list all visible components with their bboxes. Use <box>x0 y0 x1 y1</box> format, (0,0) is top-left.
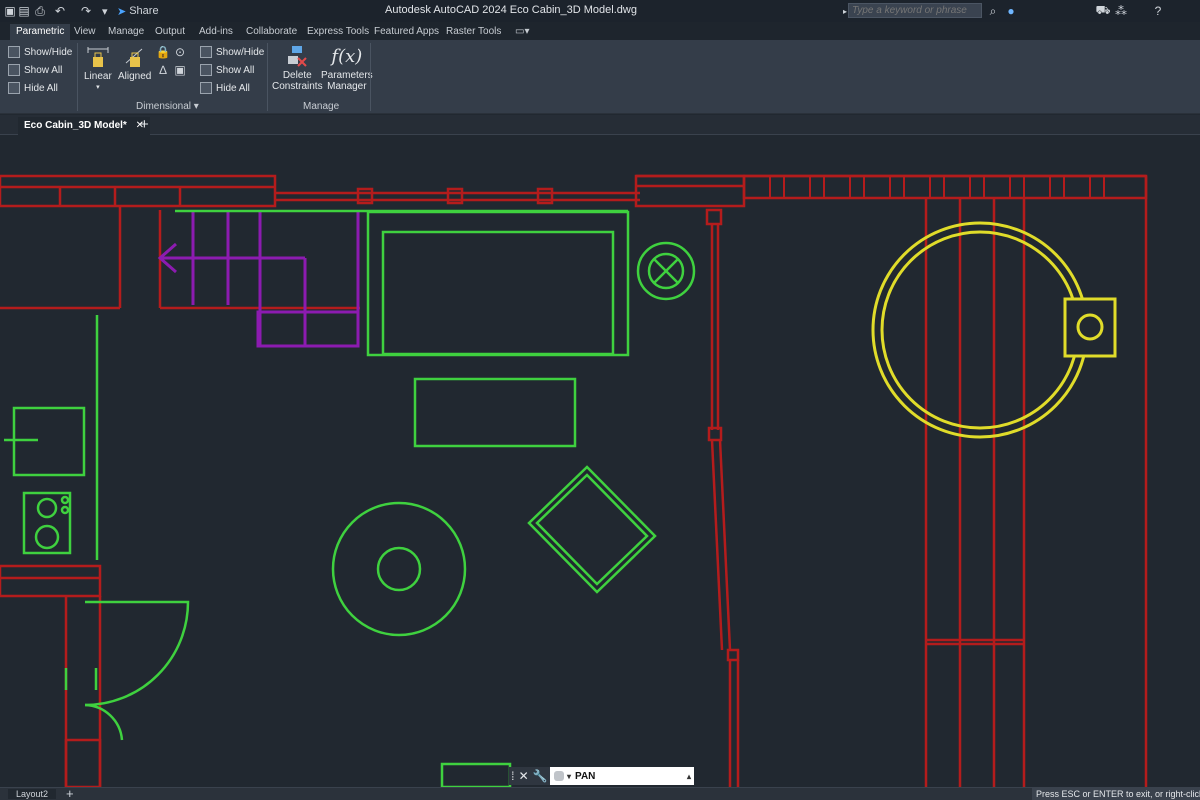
panel-divider <box>77 43 78 111</box>
delete-constraints-label-1: Delete <box>282 70 312 81</box>
share-label: Share <box>129 5 159 17</box>
workspace-switch-icon[interactable]: ▭▾ <box>515 24 529 40</box>
network-icon[interactable]: ⁂ <box>1113 3 1129 19</box>
dimensional-hide-all-label: Hide All <box>216 82 250 94</box>
chevron-down-icon[interactable]: ▾ <box>567 772 571 781</box>
ribbon-panel: Show/Hide Show All Hide All Linear ▾ Ali… <box>0 40 1200 114</box>
delete-constraints-label-2: Constraints <box>272 81 323 92</box>
geometric-hide-all-button[interactable]: Hide All <box>8 80 58 96</box>
print-icon[interactable]: ⎙ <box>32 3 48 19</box>
geometric-hide-all-label: Hide All <box>24 82 58 94</box>
user-icon[interactable]: ● <box>1003 3 1019 19</box>
document-tab[interactable]: Eco Cabin_3D Model* ✕ <box>18 117 150 135</box>
linear-dimension-icon <box>87 47 109 67</box>
angular-constraint-icon[interactable]: 🔒 <box>155 44 171 60</box>
command-line: ⁞ ✕ 🔧 ▾ PAN ▴ <box>509 767 694 785</box>
geometric-show-all-button[interactable]: Show All <box>8 62 62 78</box>
dimensional-show-hide-button[interactable]: Show/Hide <box>200 44 264 60</box>
dim-hide-all-icon <box>200 82 212 94</box>
geometric-show-hide-button[interactable]: Show/Hide <box>8 44 72 60</box>
dimensional-panel-label[interactable]: Dimensional ▾ <box>136 101 199 112</box>
search-icon[interactable]: ⌕ <box>985 3 1001 19</box>
tab-express-tools[interactable]: Express Tools <box>307 24 369 40</box>
new-tab-button[interactable]: + <box>140 116 149 134</box>
command-value: PAN <box>575 770 596 782</box>
parameters-manager-label-2: Manager <box>327 81 367 92</box>
panel-divider <box>370 43 371 111</box>
aligned-dimension-icon <box>125 48 143 67</box>
title-bar: ▣ ▤ ⎙ ↶ ↷ ▾ ➤ Share Autodesk AutoCAD 202… <box>0 0 1200 22</box>
status-bar: Layout2 + Press ESC or ENTER to exit, or… <box>0 786 1200 800</box>
dimensional-show-all-label: Show All <box>216 64 255 76</box>
linear-label: Linear <box>84 71 112 82</box>
panel-divider <box>267 43 268 111</box>
quick-access-dropdown[interactable]: ▾ <box>102 3 108 19</box>
radial-constraint-icon[interactable]: ⊙ <box>172 44 188 60</box>
undo-icon[interactable]: ↶ <box>52 3 68 19</box>
document-tab-label: Eco Cabin_3D Model* <box>24 120 127 131</box>
dim-show-all-icon <box>200 64 212 76</box>
drawing-canvas[interactable] <box>0 136 1200 787</box>
window-title: Autodesk AutoCAD 2024 Eco Cabin_3D Model… <box>385 4 637 16</box>
aligned-button[interactable]: Aligned <box>118 45 151 82</box>
layout-tab[interactable]: Layout2 <box>8 789 57 799</box>
dimensional-hide-all-button[interactable]: Hide All <box>200 80 250 96</box>
share-button[interactable]: ➤ Share <box>117 3 159 19</box>
function-icon: f(x) <box>331 46 363 67</box>
aligned-label: Aligned <box>118 71 152 82</box>
redo-icon[interactable]: ↷ <box>78 3 94 19</box>
command-line-tools: ⁞ ✕ 🔧 <box>509 767 550 785</box>
linear-button[interactable]: Linear ▾ <box>84 45 112 93</box>
dimensional-show-all-button[interactable]: Show All <box>200 62 254 78</box>
pan-hand-icon <box>554 771 564 781</box>
add-layout-button[interactable]: + <box>66 786 74 800</box>
furniture <box>4 209 696 787</box>
geometric-show-hide-label: Show/Hide <box>24 46 73 58</box>
dim-show-hide-icon <box>200 46 212 58</box>
drag-handle-icon[interactable]: ⁞ <box>511 769 514 783</box>
search-input[interactable] <box>848 3 982 18</box>
delete-constraints-button[interactable]: Delete Constraints <box>272 44 323 92</box>
tab-raster-tools[interactable]: Raster Tools <box>446 24 501 40</box>
save-icon[interactable]: ▤ <box>16 3 32 19</box>
constraint-show-all-icon <box>8 64 20 76</box>
tab-view[interactable]: View <box>74 24 96 40</box>
parameters-manager-button[interactable]: f(x) Parameters Manager <box>321 44 373 92</box>
command-input[interactable]: ▾ PAN ▴ <box>550 767 694 785</box>
status-message: Press ESC or ENTER to exit, or right-cli… <box>1032 788 1200 800</box>
tab-manage[interactable]: Manage <box>108 24 144 40</box>
chevron-up-icon[interactable]: ▴ <box>687 772 691 781</box>
dimensional-show-hide-label: Show/Hide <box>216 46 265 58</box>
tab-output[interactable]: Output <box>155 24 185 40</box>
cart-icon[interactable]: ⛟ <box>1095 3 1111 19</box>
tab-collaborate[interactable]: Collaborate <box>246 24 297 40</box>
help-icon[interactable]: ? <box>1150 3 1166 19</box>
tab-add-ins[interactable]: Add-ins <box>199 24 233 40</box>
wrench-icon[interactable]: 🔧 <box>533 769 548 783</box>
constraint-show-hide-icon <box>8 46 20 58</box>
tab-parametric[interactable]: Parametric <box>10 24 71 40</box>
linear-dropdown-icon: ▾ <box>96 84 100 91</box>
diameter-constraint-icon[interactable]: ∆ <box>155 62 171 78</box>
share-icon: ➤ <box>117 5 127 18</box>
staircase <box>157 212 360 348</box>
geometric-show-all-label: Show All <box>24 64 63 76</box>
ribbon-tab-bar: Parametric View Manage Output Add-ins Co… <box>0 22 1200 40</box>
document-tab-bar: Eco Cabin_3D Model* ✕ + <box>0 115 1200 135</box>
delete-constraints-icon <box>288 46 307 67</box>
manage-panel-label: Manage <box>303 101 340 112</box>
window-bays <box>769 175 1105 199</box>
convert-constraint-icon[interactable]: ▣ <box>172 62 188 78</box>
parameters-manager-label-1: Parameters <box>321 70 373 81</box>
tab-featured-apps[interactable]: Featured Apps <box>374 24 439 40</box>
constraint-hide-all-icon <box>8 82 20 94</box>
floor-plan-drawing[interactable] <box>0 136 1200 787</box>
close-icon[interactable]: ✕ <box>519 769 529 783</box>
